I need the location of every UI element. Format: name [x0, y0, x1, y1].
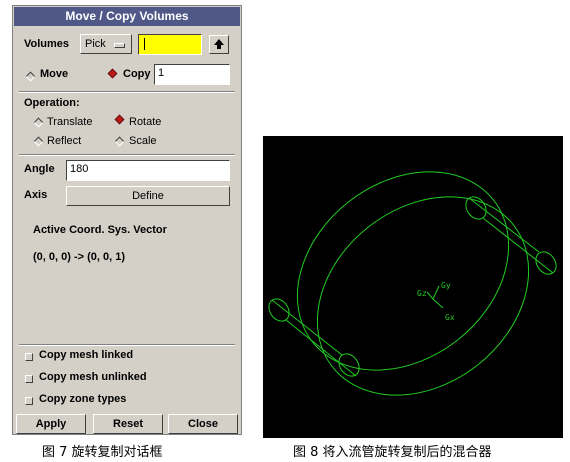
translate-label: Translate [47, 116, 93, 128]
axis-label-z: Gz [417, 289, 427, 298]
rotate-label: Rotate [129, 116, 162, 128]
close-button[interactable]: Close [168, 414, 238, 434]
move-label: Move [40, 68, 69, 80]
reflect-label: Reflect [47, 135, 82, 147]
move-radio[interactable] [25, 71, 36, 82]
axis-label-y: Gy [441, 281, 451, 290]
inlet-pipe-left [268, 298, 360, 377]
figure-caption-right: 图 8 将入流管旋转复制后的混合器 [293, 445, 492, 460]
reflect-radio[interactable] [33, 136, 44, 147]
apply-button[interactable]: Apply [16, 414, 86, 434]
copy-count-value: 1 [158, 67, 165, 79]
translate-radio[interactable] [33, 117, 44, 128]
pick-button-label: Pick [85, 38, 106, 50]
scroll-up-button[interactable] [209, 35, 229, 54]
volumes-label: Volumes [24, 38, 70, 50]
arrow-up-icon [214, 39, 224, 49]
coord-vector-value: (0, 0, 0) -> (0, 0, 1) [33, 251, 126, 263]
operation-label: Operation: [24, 97, 80, 109]
copy-mesh-unlinked-checkbox[interactable] [25, 375, 33, 383]
copy-zone-types-label: Copy zone types [39, 393, 127, 405]
angle-input[interactable]: 180 [66, 160, 230, 181]
figure-caption-left: 图 7 旋转复制对话框 [42, 445, 163, 460]
copy-radio[interactable] [107, 68, 118, 79]
reset-button[interactable]: Reset [93, 414, 163, 434]
copy-mesh-linked-label: Copy mesh linked [39, 349, 134, 361]
angle-label: Angle [24, 163, 55, 175]
option-menu-indicator-icon [114, 43, 125, 48]
mixer-outer-ring-back [296, 171, 510, 371]
axis-label: Axis [24, 189, 48, 201]
separator [19, 344, 235, 346]
separator [19, 91, 235, 93]
graphics-viewport[interactable]: Gy Gz Gx [263, 136, 563, 438]
angle-value: 180 [70, 163, 89, 175]
axis-label-x: Gx [445, 313, 455, 322]
copy-mesh-linked-checkbox[interactable] [25, 353, 33, 361]
move-copy-dialog: Move / Copy Volumes Volumes Pick Move Co… [12, 5, 242, 435]
text-cursor-icon [144, 38, 150, 50]
copy-label: Copy [123, 68, 151, 80]
inlet-pipe-right [465, 196, 557, 275]
mixer-geometry: Gy Gz Gx [268, 171, 557, 396]
coord-vector-label: Active Coord. Sys. Vector [33, 224, 167, 236]
dialog-title: Move / Copy Volumes [14, 7, 240, 26]
define-axis-button[interactable]: Define [66, 186, 230, 206]
rotate-radio[interactable] [114, 114, 125, 125]
copy-count-input[interactable]: 1 [154, 64, 230, 85]
separator [19, 154, 235, 156]
scale-radio[interactable] [114, 136, 125, 147]
copy-zone-types-checkbox[interactable] [25, 397, 33, 405]
pick-button[interactable]: Pick [80, 34, 132, 54]
volumes-input[interactable] [138, 34, 202, 55]
copy-mesh-unlinked-label: Copy mesh unlinked [39, 371, 147, 383]
scale-label: Scale [129, 135, 157, 147]
